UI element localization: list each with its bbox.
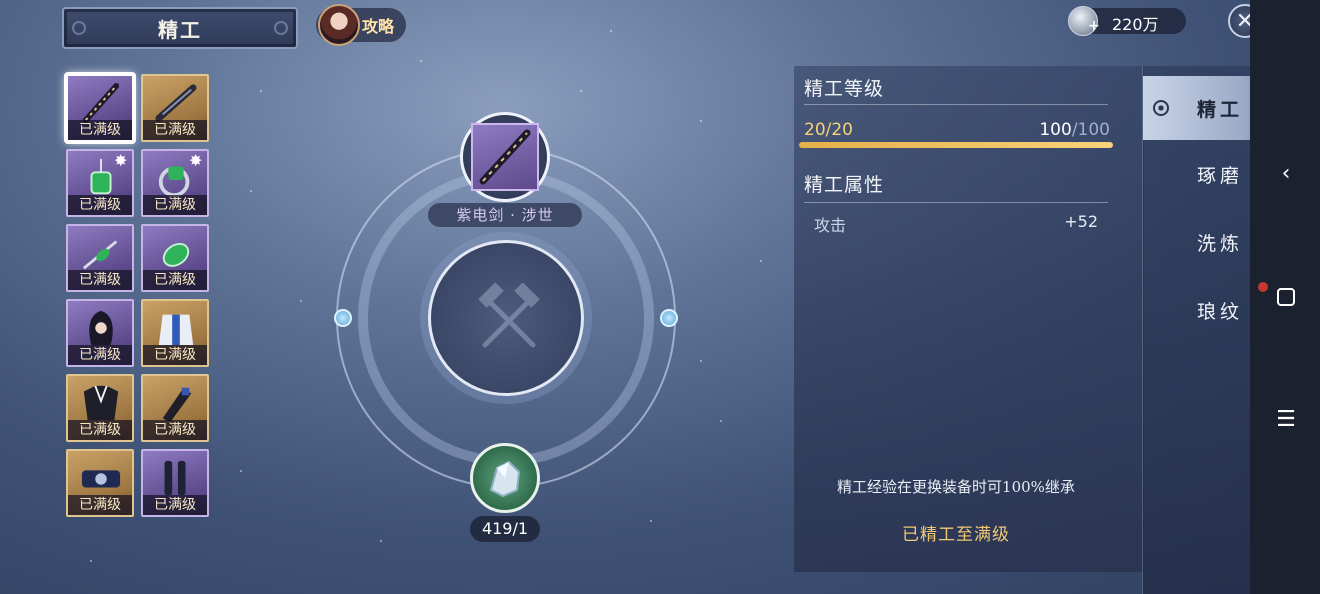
equipment-slot[interactable]: 已满级 <box>66 449 134 517</box>
equipment-slot[interactable]: 已满级 <box>141 374 209 442</box>
recent-apps-icon[interactable] <box>1277 288 1295 306</box>
max-level-label: 已满级 <box>68 270 132 290</box>
tab-label: 琅纹 <box>1197 300 1244 323</box>
refine-material-slot[interactable] <box>470 443 540 513</box>
tab-label: 精工 <box>1197 98 1244 121</box>
ring-node-icon <box>334 309 352 327</box>
notification-dot <box>1258 282 1268 292</box>
equipment-slot[interactable]: 已满级 <box>66 374 134 442</box>
boots-icon <box>164 460 186 496</box>
gun-icon <box>155 84 197 122</box>
currency-amount: 220万 <box>1112 15 1159 34</box>
current-weapon-slot[interactable] <box>460 112 550 202</box>
equipment-slot[interactable]: ✸ 已满级 <box>66 149 134 217</box>
max-level-label: 已满级 <box>143 345 207 365</box>
max-level-label: 已满级 <box>68 195 132 215</box>
equipment-slot[interactable]: 已满级 <box>66 224 134 292</box>
max-level-label: 已满级 <box>143 270 207 290</box>
sword-icon <box>82 82 120 124</box>
divider <box>804 104 1108 105</box>
equipment-slot[interactable]: ✸ 已满级 <box>141 149 209 217</box>
sword-icon <box>471 123 539 191</box>
equipment-slot[interactable]: 已满级 <box>141 74 209 142</box>
level-value: 20/20 <box>804 120 853 140</box>
system-navigation-bar: ‹ ☰ <box>1250 0 1320 594</box>
max-level-status: 已精工至满级 <box>902 525 1010 545</box>
robe-icon <box>158 314 194 346</box>
crossed-hammers-icon <box>478 283 540 348</box>
add-currency-icon[interactable]: + <box>1088 18 1100 34</box>
ornament-icon <box>72 21 86 35</box>
ring-node-icon <box>660 309 678 327</box>
jade-bracelet-icon <box>82 240 118 270</box>
max-level-label: 已满级 <box>68 345 132 365</box>
attribute-section-title: 精工属性 <box>804 174 885 196</box>
ornament-icon <box>274 21 288 35</box>
weapon-name: 紫电剑 · 涉世 <box>428 203 582 227</box>
material-count: 419/1 <box>470 516 540 542</box>
refine-info-panel: 精工等级 20/20 100/100 精工属性 攻击 +52 精工经验在更换装备… <box>794 66 1144 572</box>
equipment-slot[interactable]: 已满级 <box>141 299 209 367</box>
attribute-value: +52 <box>1064 212 1098 231</box>
level-progress-bar <box>799 142 1113 148</box>
currency-display[interactable]: + 220万 <box>1068 6 1186 36</box>
max-level-label: 已满级 <box>68 420 132 440</box>
max-level-label: 已满级 <box>68 120 132 140</box>
hair-icon <box>89 310 113 346</box>
back-icon[interactable]: ‹ <box>1274 162 1298 186</box>
equipment-slot[interactable]: 已满级 <box>66 299 134 367</box>
page-title: 精工 <box>158 17 202 42</box>
max-level-label: 已满级 <box>143 420 207 440</box>
equipment-slot[interactable]: 已满级 <box>141 224 209 292</box>
divider <box>804 202 1108 203</box>
max-level-label: 已满级 <box>143 495 207 515</box>
selected-tab-icon <box>1153 100 1169 116</box>
level-progress-fill <box>799 142 1113 148</box>
sparkle-icon: ✸ <box>114 151 128 170</box>
belt-icon <box>81 470 121 488</box>
refine-core[interactable] <box>428 240 584 396</box>
page-title-plate: 精工 <box>62 7 298 49</box>
function-tabs: 精工 琢磨 洗炼 琅纹 <box>1142 66 1313 594</box>
max-level-label: 已满级 <box>143 195 207 215</box>
tab-label: 洗炼 <box>1197 232 1244 255</box>
level-section-title: 精工等级 <box>804 78 885 100</box>
guide-avatar <box>318 4 360 46</box>
guide-button-label: 攻略 <box>362 17 395 36</box>
guide-button[interactable]: 攻略 <box>316 4 406 46</box>
max-level-label: 已满级 <box>68 495 132 515</box>
attribute-row: 攻击 +52 <box>804 210 1108 236</box>
attribute-name: 攻击 <box>814 216 847 235</box>
jade-amulet-icon <box>162 243 190 267</box>
tab-label: 琢磨 <box>1197 164 1244 187</box>
equipment-slot[interactable]: 已满级 <box>66 74 134 142</box>
inherit-note: 精工经验在更换装备时可100%继承 <box>837 478 1075 496</box>
gauntlet-icon <box>162 387 192 423</box>
armor-icon <box>83 385 119 421</box>
exp-value: 100/100 <box>1039 120 1110 140</box>
sparkle-icon: ✸ <box>189 151 203 170</box>
menu-icon[interactable]: ☰ <box>1274 408 1298 432</box>
ore-crystal-icon <box>489 460 521 498</box>
max-level-label: 已满级 <box>143 120 207 140</box>
equipment-slot[interactable]: 已满级 <box>141 449 209 517</box>
